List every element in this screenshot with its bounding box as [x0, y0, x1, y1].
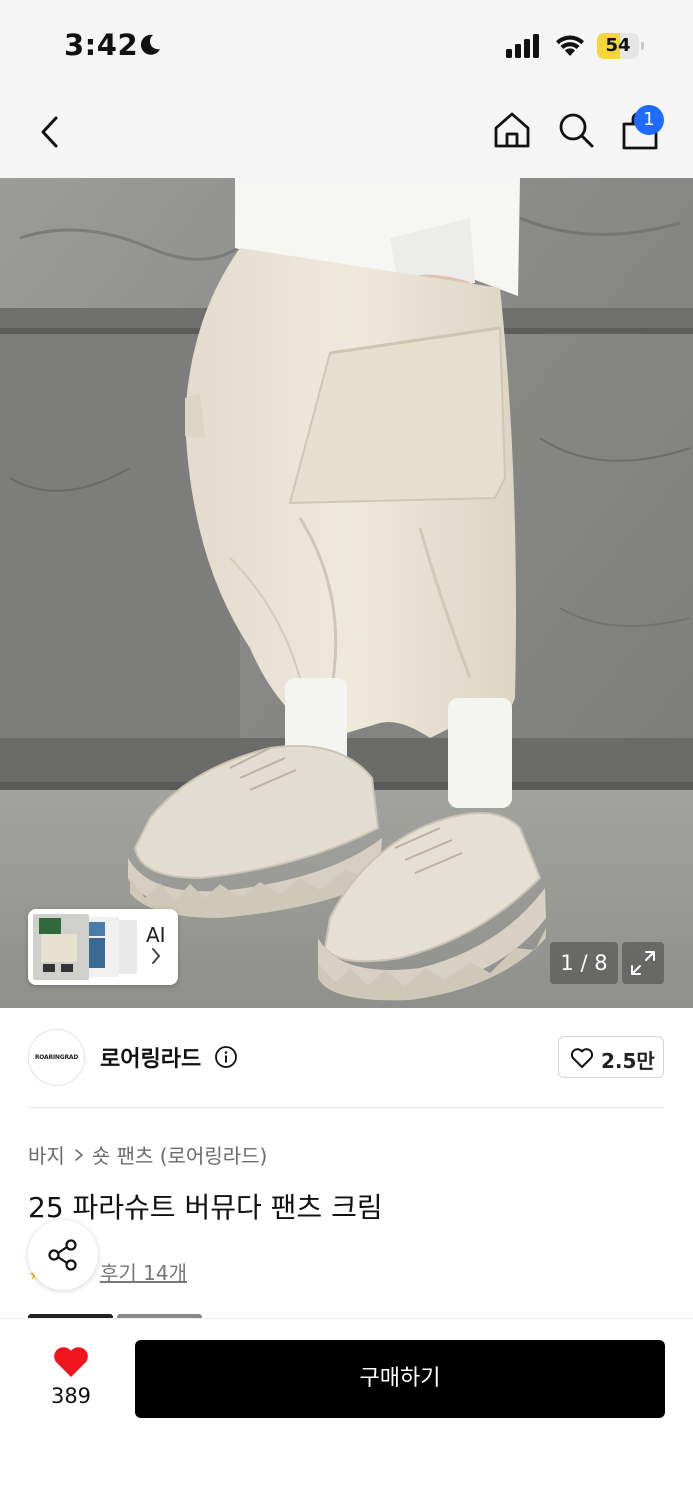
battery-tip [641, 42, 644, 50]
wish-count: 389 [50, 1384, 92, 1408]
search-icon[interactable] [556, 110, 596, 150]
image-counter: 1 / 8 [550, 942, 618, 984]
cart-badge: 1 [634, 105, 664, 135]
chevron-right-icon [75, 1148, 83, 1161]
brand-like-button[interactable]: 2.5만 [558, 1036, 664, 1078]
divider [28, 1107, 664, 1108]
share-icon [48, 1239, 77, 1271]
expand-icon [631, 951, 655, 975]
expand-button[interactable] [622, 942, 664, 984]
buy-button[interactable]: 구매하기 [135, 1340, 665, 1418]
battery-indicator: 54 [597, 33, 644, 59]
chevron-right-icon [152, 948, 160, 964]
ai-label: AI [146, 923, 166, 947]
chevron-left-icon[interactable] [34, 112, 66, 152]
battery-percent: 54 [605, 35, 631, 56]
heart-outline-icon [570, 1048, 594, 1068]
brand-name[interactable]: 로어링라드 [100, 1041, 201, 1073]
breadcrumb-item-subcategory[interactable]: 숏 팬츠 (로어링라드) [92, 1144, 268, 1168]
product-image[interactable] [0, 178, 693, 1008]
status-bar: 3:42 54 [0, 0, 693, 92]
review-link[interactable]: 후기 14개 [100, 1257, 187, 1286]
nav-bar [0, 92, 693, 178]
breadcrumb-item-category[interactable]: 바지 [28, 1144, 65, 1168]
home-icon[interactable] [492, 110, 532, 150]
status-time: 3:42 [64, 28, 139, 62]
product-title: 25 파라슈트 버뮤다 팬츠 크림 [28, 1191, 383, 1224]
brand-logo[interactable]: ROARINGRAD [28, 1029, 85, 1086]
info-icon[interactable] [214, 1045, 238, 1069]
share-button[interactable] [28, 1220, 98, 1290]
product-photo [0, 178, 693, 1008]
brand-like-count: 2.5만 [601, 1049, 655, 1073]
cellular-signal-icon [506, 34, 539, 58]
heart-filled-icon[interactable] [52, 1345, 90, 1379]
wifi-icon [556, 35, 584, 56]
ai-thumbnail-stack [33, 914, 137, 980]
breadcrumb: 바지 숏 팬츠 (로어링라드) [28, 1140, 267, 1169]
moon-icon [140, 34, 160, 55]
battery-body: 54 [597, 33, 639, 59]
brand-logo-text: ROARINGRAD [34, 1054, 79, 1061]
